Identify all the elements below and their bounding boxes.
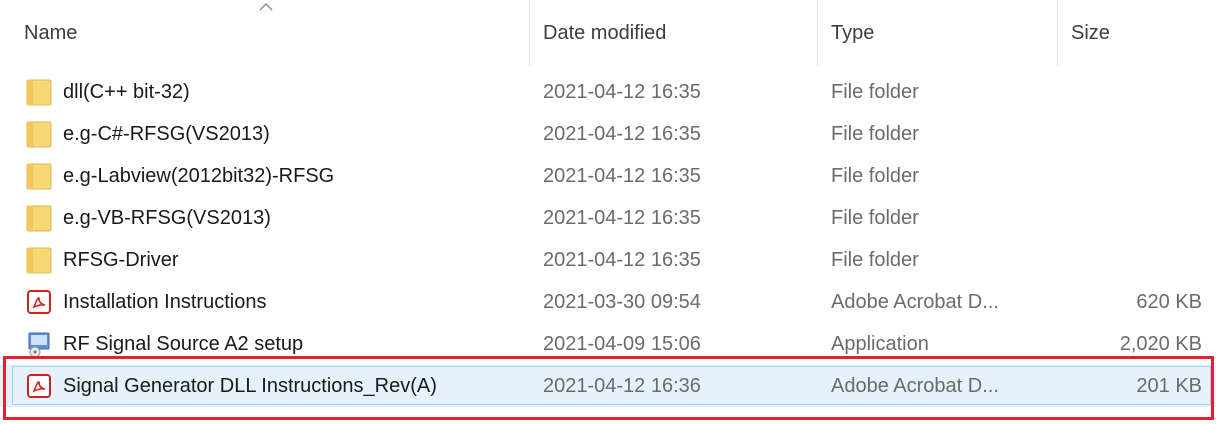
name-cell[interactable]: dll(C++ bit-32) (26, 71, 190, 113)
file-row[interactable]: e.g-Labview(2012bit32)-RFSG 2021-04-12 16… (0, 155, 1216, 197)
date-modified-cell: 2021-04-12 16:35 (543, 80, 701, 103)
installer-icon (26, 329, 52, 359)
column-header-name[interactable]: Name (24, 0, 77, 66)
file-row[interactable]: RF Signal Source A2 setup 2021-04-09 15:0… (0, 323, 1216, 365)
pdf-icon (26, 287, 52, 317)
folder-icon (26, 203, 52, 233)
date-modified-cell: 2021-03-30 09:54 (543, 290, 701, 313)
file-name: dll(C++ bit-32) (63, 80, 190, 103)
date-modified-cell: 2021-04-09 15:06 (543, 332, 701, 355)
file-row[interactable]: Installation Instructions 2021-03-30 09:5… (0, 281, 1216, 323)
column-header-date[interactable]: Date modified (543, 0, 666, 66)
name-cell[interactable]: RFSG-Driver (26, 239, 179, 281)
file-row-selected[interactable]: Signal Generator DLL Instructions_Rev(A)… (0, 365, 1216, 407)
column-header-type[interactable]: Type (831, 0, 874, 66)
name-cell[interactable]: e.g-Labview(2012bit32)-RFSG (26, 155, 334, 197)
name-cell[interactable]: e.g-VB-RFSG(VS2013) (26, 197, 271, 239)
column-header-bar: Name Date modified Type Size (0, 0, 1216, 66)
file-row[interactable]: RFSG-Driver 2021-04-12 16:35 File folder (0, 239, 1216, 281)
type-cell: File folder (831, 206, 919, 229)
file-name: e.g-C#-RFSG(VS2013) (63, 122, 270, 145)
folder-icon (26, 77, 52, 107)
size-cell: 620 KB (1136, 290, 1202, 313)
type-cell: File folder (831, 122, 919, 145)
column-divider[interactable] (817, 0, 818, 66)
file-name: Signal Generator DLL Instructions_Rev(A) (63, 374, 437, 397)
type-cell: Application (831, 332, 929, 355)
date-modified-cell: 2021-04-12 16:35 (543, 248, 701, 271)
name-cell[interactable]: e.g-C#-RFSG(VS2013) (26, 113, 270, 155)
pdf-icon (26, 371, 52, 401)
name-cell[interactable]: Installation Instructions (26, 281, 266, 323)
file-row[interactable]: e.g-VB-RFSG(VS2013) 2021-04-12 16:35 File … (0, 197, 1216, 239)
folder-icon (26, 119, 52, 149)
column-header-name-label: Name (24, 21, 78, 44)
file-row[interactable]: dll(C++ bit-32) 2021-04-12 16:35 File fold… (0, 71, 1216, 113)
column-divider[interactable] (1057, 0, 1058, 66)
chevron-up-icon[interactable] (258, 2, 274, 12)
file-name: RF Signal Source A2 setup (63, 332, 304, 355)
type-cell: Adobe Acrobat D... (831, 290, 999, 313)
type-cell: Adobe Acrobat D... (831, 374, 999, 397)
file-name: e.g-Labview(2012bit32)-RFSG (63, 164, 335, 187)
column-header-size-label: Size (1071, 21, 1110, 44)
file-name: e.g-VB-RFSG(VS2013) (63, 206, 271, 229)
file-name: RFSG-Driver (63, 248, 179, 271)
date-modified-cell: 2021-04-12 16:35 (543, 122, 701, 145)
type-cell: File folder (831, 248, 919, 271)
file-list: dll(C++ bit-32) 2021-04-12 16:35 File fold… (0, 71, 1216, 407)
column-header-date-label: Date modified (543, 21, 667, 44)
name-cell[interactable]: Signal Generator DLL Instructions_Rev(A) (26, 365, 437, 407)
column-header-type-label: Type (831, 21, 875, 44)
date-modified-cell: 2021-04-12 16:35 (543, 164, 701, 187)
column-divider[interactable] (529, 0, 530, 66)
file-row[interactable]: e.g-C#-RFSG(VS2013) 2021-04-12 16:35 File … (0, 113, 1216, 155)
size-cell: 2,020 KB (1119, 332, 1202, 355)
folder-icon (26, 161, 52, 191)
date-modified-cell: 2021-04-12 16:36 (543, 374, 701, 397)
type-cell: File folder (831, 80, 919, 103)
date-modified-cell: 2021-04-12 16:35 (543, 206, 701, 229)
file-name: Installation Instructions (63, 290, 267, 313)
file-explorer: Name Date modified Type Size dll(C++ bit… (0, 0, 1216, 424)
type-cell: File folder (831, 164, 919, 187)
size-cell: 201 KB (1136, 374, 1202, 397)
folder-icon (26, 245, 52, 275)
name-cell[interactable]: RF Signal Source A2 setup (26, 323, 303, 365)
column-header-size[interactable]: Size (1071, 0, 1110, 66)
